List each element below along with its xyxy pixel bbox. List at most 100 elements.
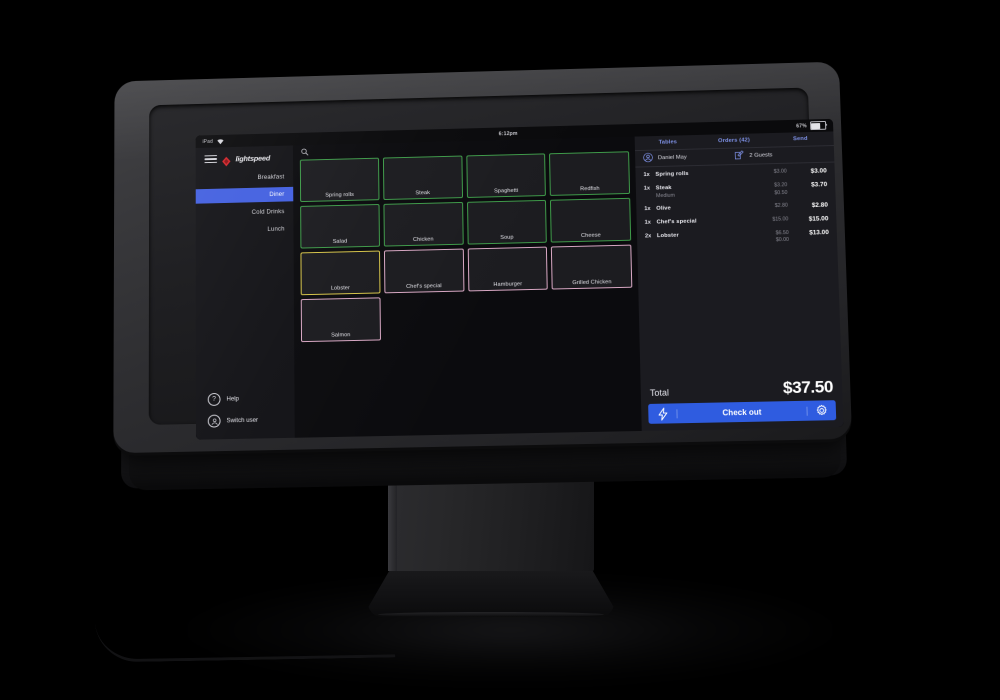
tab-tables[interactable]: Tables — [635, 139, 701, 147]
sidebar-item-breakfast[interactable]: Breakfast — [196, 169, 293, 186]
sidebar-footer: ? Help Switch user — [196, 391, 295, 439]
checkout-label[interactable]: Check out — [676, 406, 808, 418]
help-button[interactable]: ? Help — [207, 391, 295, 406]
terminal-bezel: iPad 6:12pm 67% lightspeed Breakfast Din… — [148, 87, 844, 440]
item-unit-prices: $3.00 — [753, 169, 787, 176]
product-tile-steak[interactable]: Steak — [382, 155, 463, 201]
item-name: Spring rolls — [655, 171, 689, 178]
item-unit-price: $2.80 — [774, 202, 788, 209]
pos-terminal: iPad 6:12pm 67% lightspeed Breakfast Din… — [113, 61, 853, 491]
item-unit-prices: $2.80 — [754, 202, 788, 209]
item-name-block: Olive — [656, 203, 754, 211]
help-label: Help — [226, 395, 239, 403]
product-label: Hamburger — [493, 281, 523, 288]
product-grid: Spring rolls Steak Spaghetti Redfish Sal… — [293, 150, 642, 438]
edit-note-icon — [734, 147, 744, 165]
item-total-price: $13.00 — [809, 228, 829, 236]
product-label: Grilled Chicken — [572, 279, 612, 287]
product-tile-chefs-special[interactable]: Chef's special — [383, 248, 464, 294]
lightning-bolt-icon[interactable] — [648, 407, 676, 420]
order-items-list: 1x Spring rolls $3.00 $3.00 1x Steak Med… — [635, 163, 841, 382]
product-label: Chef's special — [406, 283, 442, 290]
total-label: Total — [649, 387, 670, 398]
sidebar-item-cold-drinks[interactable]: Cold Drinks — [196, 204, 294, 221]
product-label: Cheese — [581, 232, 601, 239]
sidebar-item-diner[interactable]: Diner — [195, 186, 294, 204]
product-tile-spaghetti[interactable]: Spaghetti — [465, 153, 547, 198]
item-qty: 1x — [644, 205, 651, 212]
item-unit-price: $6.50 — [775, 229, 789, 236]
order-item-row[interactable]: 1x Chef's special $15.00 $15.00 — [645, 215, 829, 226]
item-name-block: Chef's special — [657, 217, 755, 225]
item-qty: 1x — [643, 185, 651, 192]
power-cable — [94, 614, 396, 663]
product-label: Chicken — [412, 236, 434, 243]
tab-orders[interactable]: Orders (42) — [701, 137, 767, 145]
order-panel: Tables Orders (42) Send Daniel May 2 Gue… — [634, 131, 844, 431]
product-tile-hamburger[interactable]: Hamburger — [467, 246, 548, 292]
checkout-bar[interactable]: Check out — [648, 400, 837, 424]
product-tile-lobster[interactable]: Lobster — [300, 250, 381, 296]
status-bar-left: iPad — [202, 138, 224, 144]
tab-send[interactable]: Send — [767, 135, 834, 143]
item-name: Chef's special — [656, 218, 697, 225]
product-tile-chicken[interactable]: Chicken — [383, 201, 464, 247]
product-label: Steak — [415, 190, 431, 197]
category-list: Breakfast Diner Cold Drinks Lunch — [195, 169, 294, 238]
product-label: Lobster — [330, 285, 350, 292]
battery-percent-label: 67% — [796, 122, 807, 129]
product-label: Redfish — [580, 185, 600, 193]
item-total-price: $2.80 — [811, 201, 828, 209]
product-tile-salmon[interactable]: Salmon — [300, 297, 381, 343]
product-tile-grilled-chicken[interactable]: Grilled Chicken — [551, 244, 633, 290]
gear-icon[interactable] — [807, 404, 836, 417]
brand-row: lightspeed — [196, 145, 293, 170]
lightspeed-flame-logo — [222, 154, 231, 167]
item-total-price: $3.00 — [810, 167, 827, 175]
customer-name: Daniel May — [657, 154, 687, 162]
item-unit-price: $3.00 — [773, 168, 787, 175]
product-tile-spring-rolls[interactable]: Spring rolls — [299, 157, 380, 203]
search-icon — [301, 148, 309, 156]
stand-base — [368, 565, 614, 617]
item-unit-prices: $6.50 $0.00 — [755, 230, 789, 244]
product-tile-salad[interactable]: Salad — [300, 203, 380, 249]
hamburger-menu-icon[interactable] — [204, 154, 218, 164]
product-tile-soup[interactable]: Soup — [466, 199, 548, 245]
item-qty: 1x — [644, 219, 651, 226]
item-qty: 2x — [644, 232, 652, 239]
item-name-block: Steak Medium — [656, 183, 754, 199]
order-item-row[interactable]: 1x Spring rolls $3.00 $3.00 — [643, 168, 826, 179]
screen: iPad 6:12pm 67% lightspeed Breakfast Din… — [195, 118, 844, 440]
product-label: Salmon — [331, 332, 351, 339]
product-label: Spaghetti — [494, 187, 519, 195]
product-tile-cheese[interactable]: Cheese — [550, 197, 632, 243]
item-modifier-price: $0.00 — [775, 236, 790, 244]
total-value: $37.50 — [782, 377, 834, 398]
customer-avatar-icon — [643, 150, 653, 168]
item-name: Olive — [656, 205, 671, 212]
item-name-block: Lobster — [657, 230, 755, 238]
item-modifier-price: $0.50 — [774, 189, 788, 196]
item-name: Lobster — [656, 232, 679, 239]
question-mark-icon: ? — [207, 392, 221, 406]
item-total-price: $15.00 — [808, 214, 829, 223]
product-area: Spring rolls Steak Spaghetti Redfish Sal… — [292, 136, 642, 438]
item-unit-price: $3.20 — [774, 182, 788, 189]
order-item-row[interactable]: 1x Olive $2.80 $2.80 — [644, 201, 828, 212]
switch-user-button[interactable]: Switch user — [207, 413, 295, 428]
item-unit-prices: $3.20 $0.50 — [753, 182, 787, 196]
brand-name: lightspeed — [235, 153, 271, 163]
product-label: Spring rolls — [325, 192, 354, 199]
item-modifier: Medium — [655, 192, 676, 199]
item-unit-prices: $15.00 — [754, 216, 788, 223]
terminal-shell: iPad 6:12pm 67% lightspeed Breakfast Din… — [113, 61, 853, 454]
order-item-row[interactable]: 2x Lobster $6.50 $0.00 $13.00 — [645, 229, 829, 247]
product-label: Salad — [332, 238, 348, 245]
user-avatar-icon — [207, 414, 221, 428]
switch-user-label: Switch user — [226, 416, 259, 425]
product-tile-redfish[interactable]: Redfish — [549, 151, 631, 196]
order-item-row[interactable]: 1x Steak Medium $3.20 $0.50 $3.70 — [644, 181, 828, 199]
product-label: Soup — [500, 234, 514, 241]
